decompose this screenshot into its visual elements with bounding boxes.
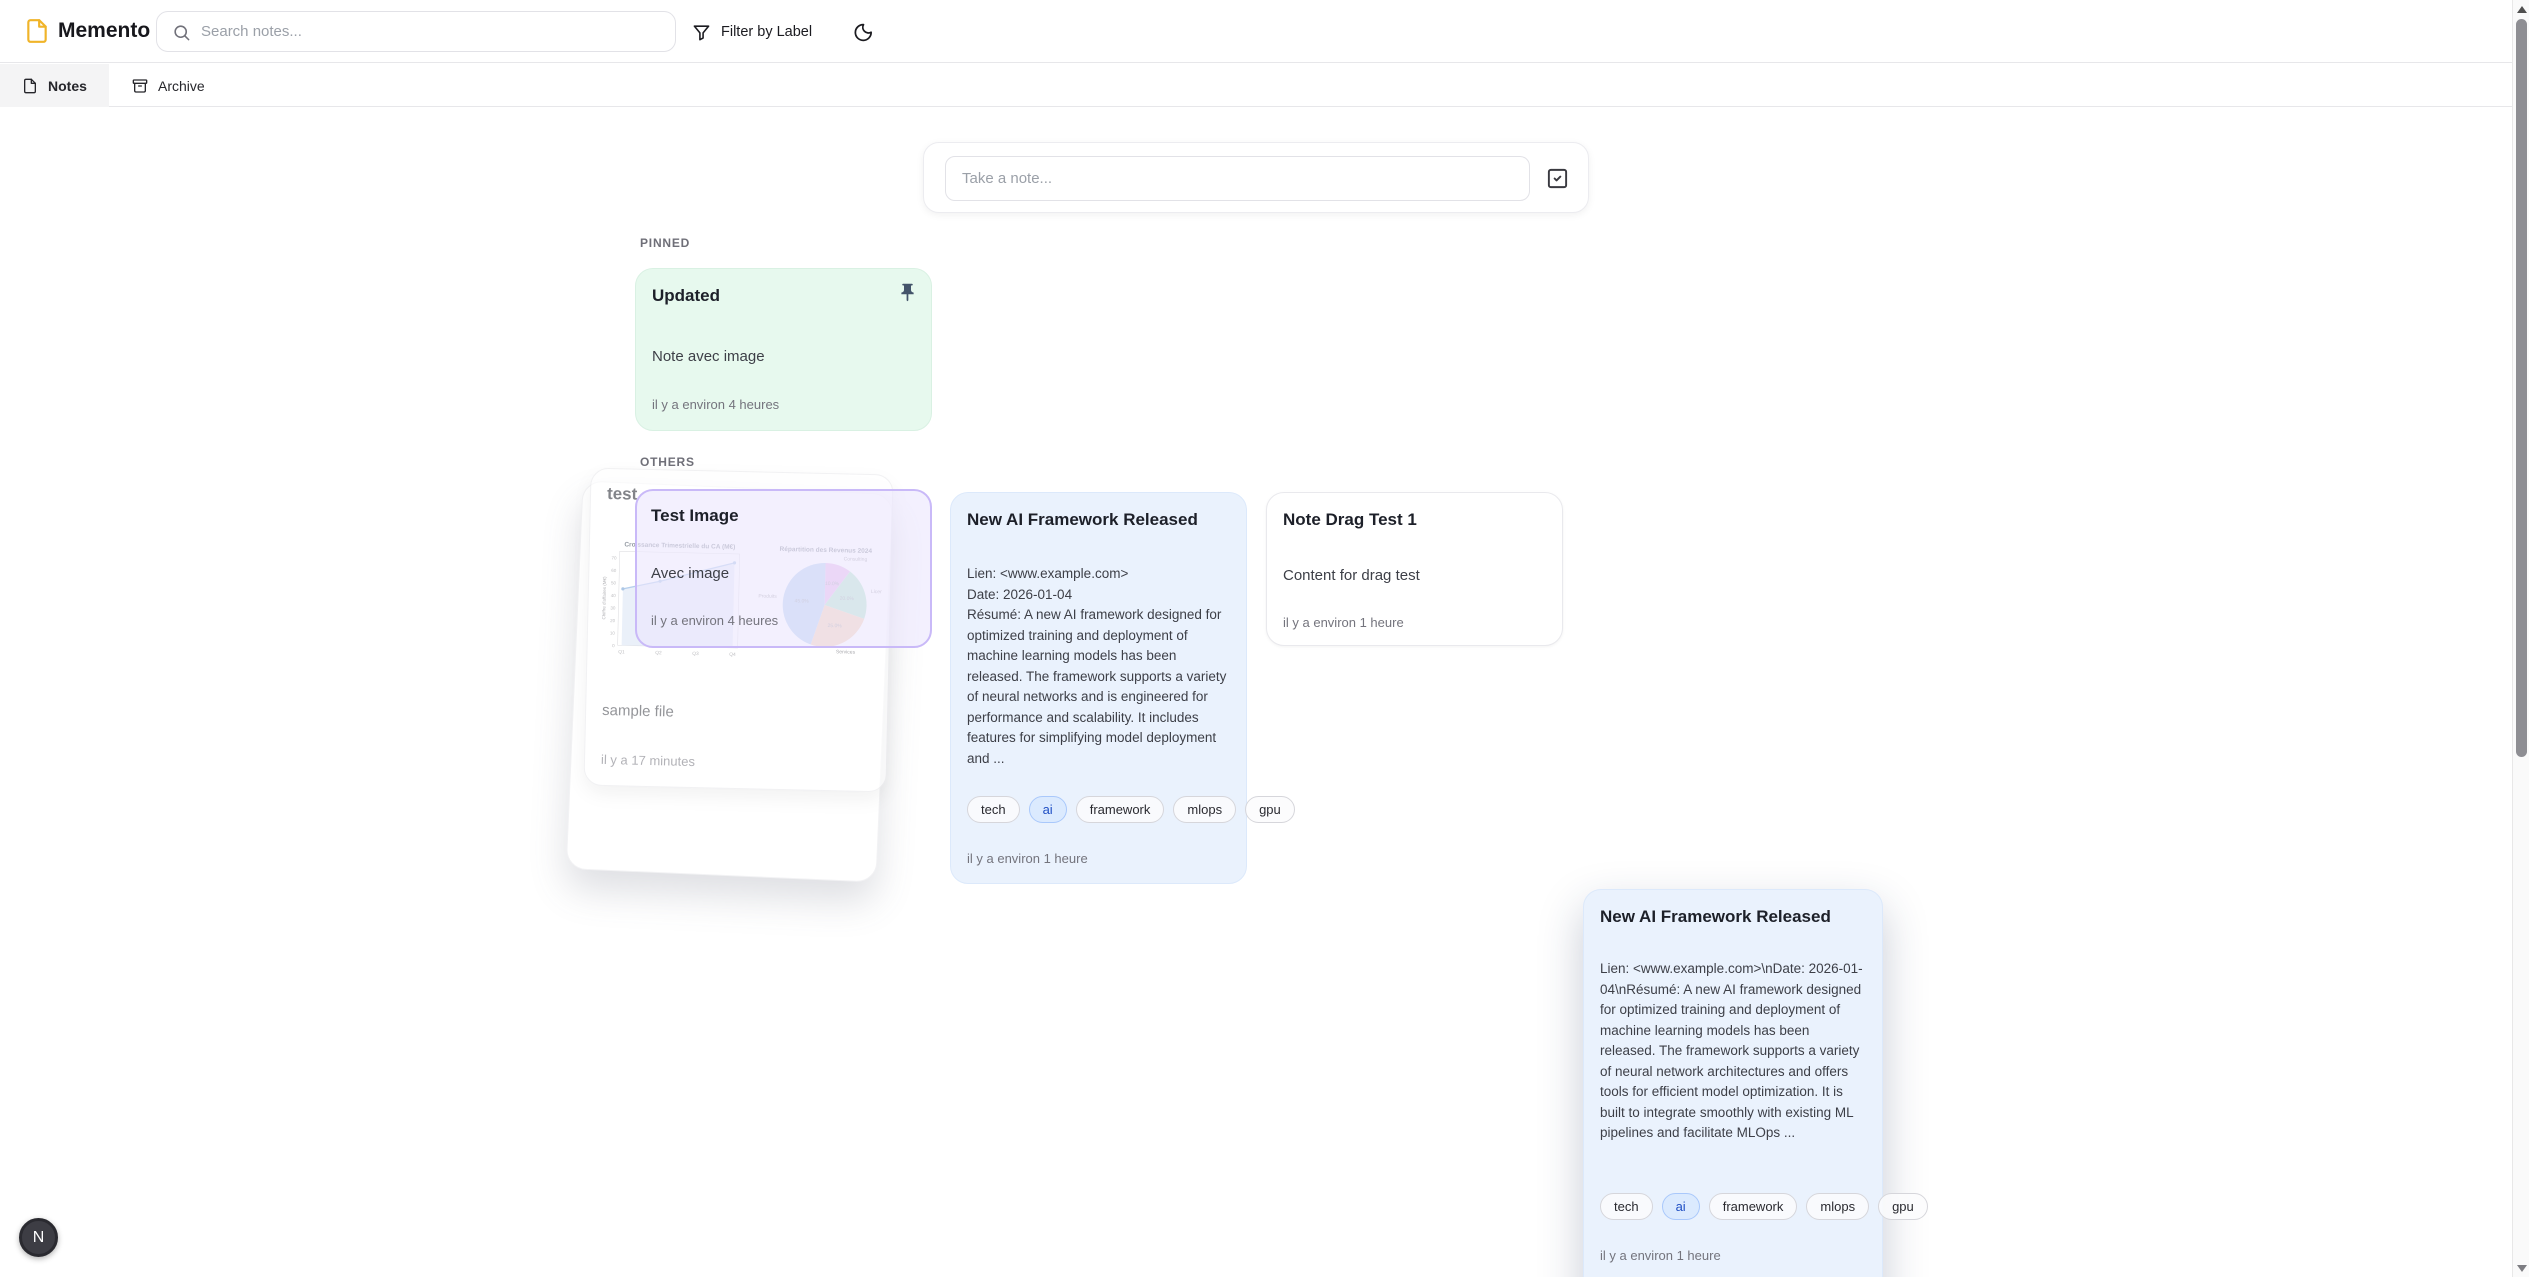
take-a-note-input[interactable]	[945, 156, 1530, 201]
search-icon	[172, 23, 191, 42]
svg-text:Q2: Q2	[655, 650, 662, 656]
tag-tech[interactable]: tech	[1600, 1193, 1653, 1220]
svg-text:70: 70	[612, 555, 618, 560]
tag-ai[interactable]: ai	[1662, 1193, 1700, 1220]
note-timestamp: il y a environ 1 heure	[967, 851, 1088, 866]
scrollbar-down-arrow-icon[interactable]	[2517, 1265, 2527, 1272]
note-content: Lien: <www.example.com> Date: 2026-01-04…	[967, 564, 1232, 769]
note-timestamp: il y a environ 4 heures	[652, 397, 779, 412]
moon-icon	[853, 22, 874, 43]
svg-text:40: 40	[611, 593, 617, 598]
tag-gpu[interactable]: gpu	[1245, 796, 1295, 823]
tab-bar: Notes Archive	[0, 64, 2529, 107]
filter-by-label-button[interactable]: Filter by Label	[692, 15, 812, 49]
svg-text:Q4: Q4	[729, 652, 736, 658]
svg-text:0: 0	[612, 643, 615, 648]
tag-mlops[interactable]: mlops	[1173, 796, 1236, 823]
tag-gpu[interactable]: gpu	[1878, 1193, 1928, 1220]
svg-text:Q1: Q1	[618, 649, 625, 655]
line-chart-ylabel: Chiffre d'affaires (M€)	[601, 576, 607, 620]
tag-tech[interactable]: tech	[967, 796, 1020, 823]
svg-text:Services: Services	[836, 649, 856, 655]
app-window: Memento Filter by Label Notes	[0, 0, 2529, 1277]
note-title: Updated	[652, 285, 891, 307]
tag-row: tech ai framework mlops gpu	[967, 796, 1236, 823]
note-card-new-ai-framework[interactable]: New AI Framework Released Lien: <www.exa…	[950, 492, 1247, 884]
tab-archive-label: Archive	[158, 78, 205, 94]
vertical-scrollbar[interactable]	[2512, 0, 2529, 1277]
note-timestamp: il y a environ 1 heure	[1600, 1248, 1721, 1263]
note-composer	[923, 142, 1589, 213]
svg-text:60: 60	[611, 568, 617, 573]
note-file-icon	[22, 78, 38, 94]
note-timestamp: il y a environ 1 heure	[1283, 615, 1404, 630]
note-card-updated[interactable]: Updated Note avec image il y a environ 4…	[635, 268, 932, 431]
tab-notes[interactable]: Notes	[0, 64, 109, 107]
note-title: Test Image	[651, 505, 890, 527]
note-title: Note Drag Test 1	[1283, 509, 1522, 531]
tag-mlops[interactable]: mlops	[1806, 1193, 1869, 1220]
note-card-test-image-drop-target[interactable]: Test Image Avec image il y a environ 4 h…	[635, 489, 932, 648]
note-content: Content for drag test	[1283, 565, 1548, 586]
user-avatar[interactable]: N	[19, 1218, 58, 1257]
search-box	[156, 11, 676, 52]
note-timestamp: il y a environ 4 heures	[651, 613, 778, 628]
tab-archive[interactable]: Archive	[110, 64, 227, 107]
tag-row: tech ai framework mlops gpu	[1600, 1193, 1872, 1220]
dark-mode-toggle[interactable]	[849, 18, 877, 46]
note-content: sample file	[602, 700, 873, 727]
checklist-toggle-button[interactable]	[1546, 167, 1569, 190]
tab-notes-label: Notes	[48, 78, 87, 94]
square-check-icon	[1546, 167, 1569, 190]
note-content: Lien: <www.example.com>\nDate: 2026-01-0…	[1600, 959, 1868, 1144]
pin-icon[interactable]	[897, 282, 918, 303]
tag-framework[interactable]: framework	[1076, 796, 1165, 823]
scrollbar-up-arrow-icon[interactable]	[2517, 6, 2527, 13]
svg-text:50: 50	[611, 580, 617, 585]
header: Memento Filter by Label	[0, 0, 2529, 63]
filter-by-label-text: Filter by Label	[721, 24, 812, 40]
pinned-section-label: PINNED	[640, 236, 690, 250]
svg-text:30: 30	[610, 605, 616, 610]
note-content: Note avec image	[652, 346, 917, 367]
archive-icon	[132, 78, 148, 94]
app-logo-file-icon	[24, 18, 50, 44]
note-timestamp: il y a 17 minutes	[601, 752, 695, 769]
search-input[interactable]	[201, 13, 661, 50]
tag-ai[interactable]: ai	[1029, 796, 1067, 823]
note-title: New AI Framework Released	[967, 509, 1206, 531]
note-card-drag-test-1[interactable]: Note Drag Test 1 Content for drag test i…	[1266, 492, 1563, 646]
app-title: Memento	[58, 19, 150, 43]
tag-framework[interactable]: framework	[1709, 1193, 1798, 1220]
svg-text:10: 10	[610, 631, 616, 636]
note-title: New AI Framework Released	[1600, 906, 1842, 928]
drag-overlay-note-card[interactable]: New AI Framework Released Lien: <www.exa…	[1583, 889, 1883, 1277]
svg-text:20: 20	[610, 618, 616, 623]
note-content: Avec image	[651, 563, 916, 584]
others-section-label: OTHERS	[640, 455, 695, 469]
funnel-icon	[692, 23, 711, 42]
scrollbar-thumb[interactable]	[2516, 19, 2527, 757]
svg-text:Q3: Q3	[692, 651, 699, 657]
